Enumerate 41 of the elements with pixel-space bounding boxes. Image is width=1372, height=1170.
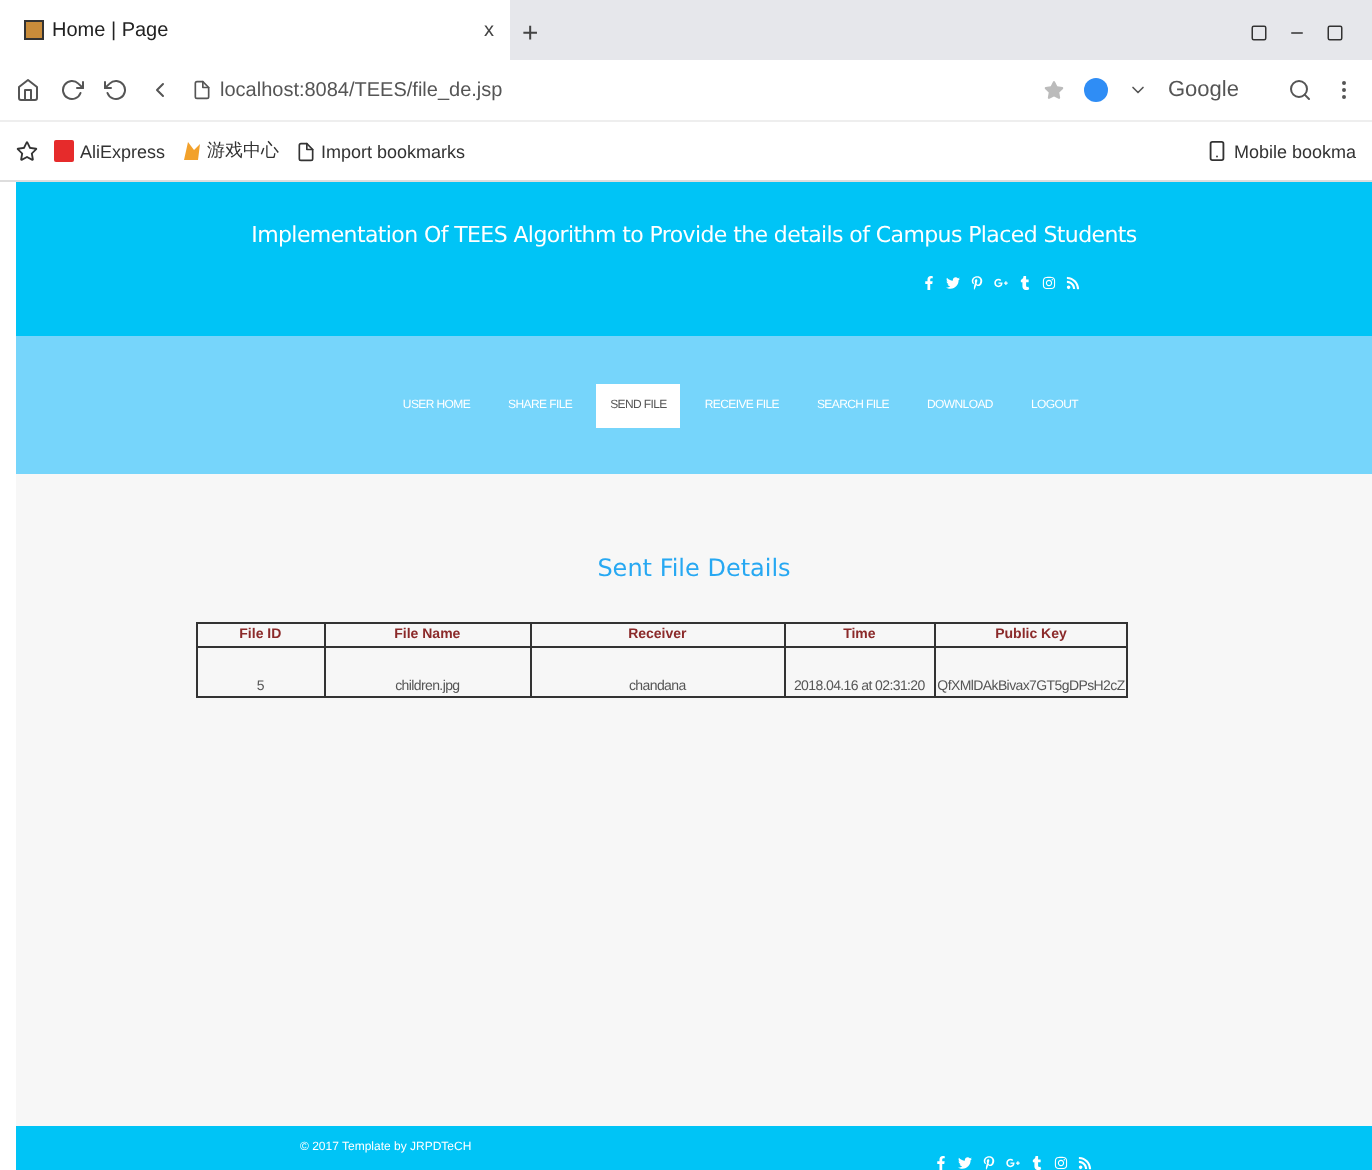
social-icon[interactable] [1042, 276, 1056, 290]
social-icon[interactable] [1066, 276, 1080, 290]
bookmark-link[interactable]: Mobile bookma [1233, 141, 1356, 161]
maximize-icon[interactable] [1326, 24, 1344, 42]
social-icon[interactable] [922, 276, 936, 290]
social-icon[interactable] [1006, 1156, 1020, 1170]
social-icon[interactable] [970, 276, 984, 290]
bookmark-link[interactable]: Import bookmarks [321, 141, 466, 161]
social-icon[interactable] [1018, 276, 1032, 290]
section-heading: Sent File Details [597, 554, 791, 582]
social-icon[interactable] [934, 1156, 948, 1170]
undo-icon[interactable] [104, 78, 128, 102]
search-engine-icon[interactable] [1084, 78, 1108, 102]
social-icon[interactable] [1030, 1156, 1044, 1170]
social-icon[interactable] [958, 1156, 972, 1170]
star-icon[interactable] [1044, 80, 1064, 100]
bookmark-link[interactable]: AliExpress [80, 141, 166, 161]
document-icon [192, 80, 212, 100]
bookmark-link[interactable]: 游戏中心 [207, 138, 280, 164]
social-icon[interactable] [994, 276, 1008, 290]
tab-title: Home | Page [52, 19, 169, 41]
new-tab-button[interactable]: + [522, 16, 539, 48]
reload-icon[interactable] [60, 78, 84, 102]
home-icon[interactable] [16, 78, 40, 102]
star-icon[interactable] [16, 140, 38, 162]
bag-icon [54, 140, 74, 162]
site-title: Implementation Of TEES Algorithm to Provide the details of Campus Placed Students [251, 222, 1137, 248]
social-icon[interactable] [982, 1156, 996, 1170]
fox-icon [181, 140, 202, 162]
browser-tab[interactable]: Home | Page x [0, 0, 510, 60]
search-field[interactable]: Google [1168, 78, 1268, 102]
page-icon [24, 20, 44, 40]
social-icon[interactable] [946, 276, 960, 290]
phone-icon [1205, 140, 1228, 162]
search-icon[interactable] [1288, 78, 1312, 102]
close-button[interactable]: x [484, 19, 494, 41]
address-field[interactable]: localhost:8084/TEES/file_de.jsp [220, 79, 503, 101]
social-icon[interactable] [1054, 1156, 1068, 1170]
social-icon[interactable] [1078, 1156, 1092, 1170]
square-icon[interactable] [1250, 24, 1268, 42]
document-icon [295, 141, 316, 161]
